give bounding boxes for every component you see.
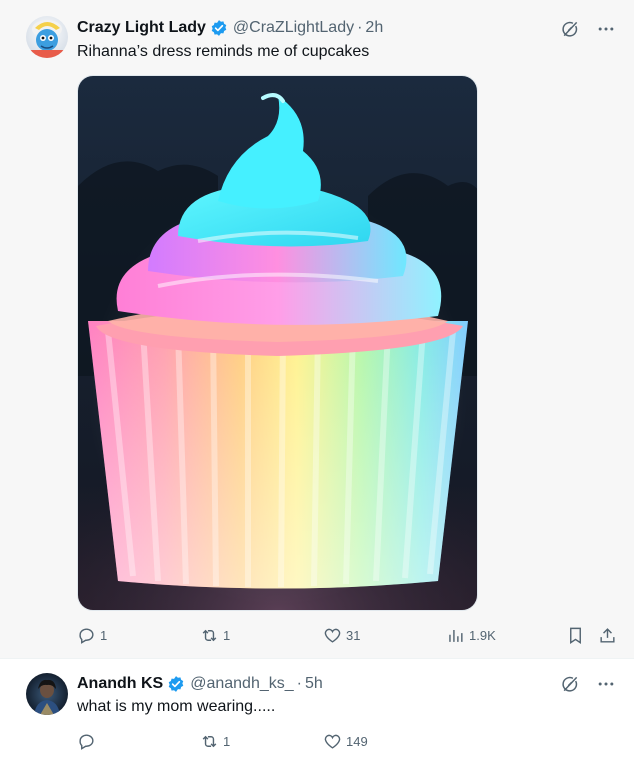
like-button[interactable]: 31 [323, 623, 360, 647]
avatar[interactable] [26, 673, 68, 715]
reply-button[interactable] [77, 729, 100, 753]
repost-count: 1 [223, 627, 231, 643]
reply-count: 1 [100, 627, 108, 643]
views-count: 1.9K [469, 627, 496, 643]
heart-icon [324, 734, 341, 749]
like-count: 31 [346, 627, 361, 643]
bookmark-button[interactable] [566, 623, 585, 647]
author-handle[interactable]: @anandh_ks_ [190, 675, 293, 693]
tweet-text: Rihanna’s dress reminds me of cupcakes [77, 43, 370, 60]
more-options-icon[interactable] [594, 672, 618, 696]
tweet-top-actions [558, 17, 618, 41]
more-options-icon[interactable] [594, 17, 618, 41]
repost-button[interactable]: 1 [200, 623, 230, 647]
repost-icon [202, 735, 217, 747]
timestamp[interactable]: 2h [365, 19, 383, 37]
avatar[interactable] [26, 16, 68, 58]
tweet-header: Crazy Light Lady @CraZLightLady · 2h [77, 17, 383, 39]
author-name[interactable]: Crazy Light Lady [77, 19, 206, 37]
tweet[interactable]: Crazy Light Lady @CraZLightLady · 2h Rih… [0, 0, 634, 658]
cupcake-image [78, 76, 477, 610]
tweet[interactable]: Anandh KS @anandh_ks_ · 5h what is my mo… [0, 658, 634, 762]
author-handle[interactable]: @CraZLightLady [233, 19, 354, 37]
separator-dot: · [357, 19, 363, 36]
author-name[interactable]: Anandh KS [77, 675, 163, 693]
separator-dot: · [296, 675, 302, 692]
avatar-image [26, 16, 68, 58]
share-icon [600, 627, 615, 643]
views-chart-icon [449, 629, 463, 642]
tweet-top-actions [558, 672, 618, 696]
tweet-text: what is my mom wearing..... [77, 698, 276, 715]
views-button[interactable]: 1.9K [446, 623, 496, 647]
reply-icon [79, 627, 94, 644]
share-button[interactable] [598, 623, 617, 647]
grok-icon[interactable] [558, 672, 582, 696]
repost-icon [202, 629, 217, 641]
bookmark-icon [570, 627, 581, 644]
like-count: 149 [346, 733, 368, 749]
tweet-action-bar: 1 149 [0, 729, 634, 753]
repost-button[interactable]: 1 [200, 729, 230, 753]
heart-icon [324, 628, 341, 643]
timeline-feed: Crazy Light Lady @CraZLightLady · 2h Rih… [0, 0, 634, 762]
avatar-image [26, 673, 68, 715]
tweet-media-image[interactable] [77, 75, 478, 611]
reply-button[interactable]: 1 [77, 623, 107, 647]
verified-badge-icon [210, 19, 228, 37]
grok-icon[interactable] [558, 17, 582, 41]
reply-icon [79, 733, 94, 750]
tweet-action-bar: 1 1 31 1.9K [0, 623, 634, 647]
tweet-header: Anandh KS @anandh_ks_ · 5h [77, 673, 323, 695]
verified-badge-icon [167, 675, 185, 693]
like-button[interactable]: 149 [323, 729, 368, 753]
timestamp[interactable]: 5h [305, 675, 323, 693]
repost-count: 1 [223, 733, 231, 749]
